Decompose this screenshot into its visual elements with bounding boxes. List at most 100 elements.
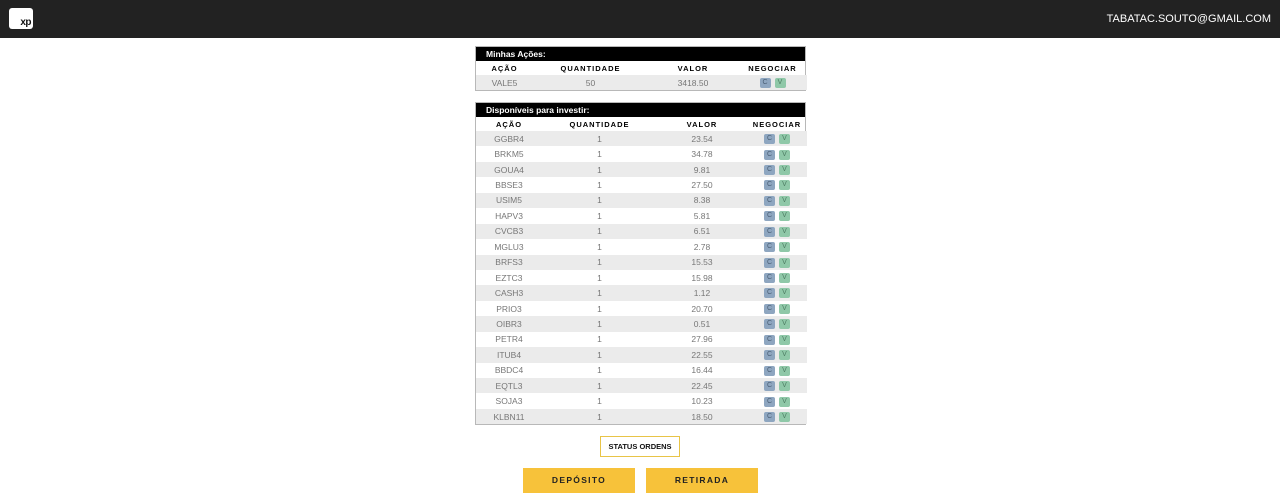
deposit-button[interactable]: DEPÓSITO [523,468,635,493]
stock-quantity: 1 [542,316,657,332]
buy-button[interactable]: C [764,149,775,160]
stock-value: 15.53 [657,254,747,270]
sell-button[interactable]: V [779,365,790,376]
stock-ticker: VALE5 [476,75,533,90]
stock-value: 2.78 [657,239,747,255]
logo-text: xp [20,17,31,28]
buy-button[interactable]: C [764,334,775,345]
stock-quantity: 1 [542,285,657,301]
sell-button[interactable]: V [779,211,790,222]
sell-button[interactable]: V [779,257,790,268]
sell-button[interactable]: V [779,334,790,345]
sell-button[interactable]: V [779,381,790,392]
buy-button[interactable]: C [764,242,775,253]
column-header-negociar: NEGOCIAR [752,119,802,129]
sell-button[interactable]: V [779,180,790,191]
trade-actions: CV [747,254,807,270]
buy-button[interactable]: C [764,273,775,284]
trade-actions: CV [747,161,807,178]
buy-button[interactable]: C [764,226,775,237]
buy-button[interactable]: C [764,180,775,191]
stock-value: 5.81 [657,208,747,224]
available-stocks-header-row: AÇÃO QUANTIDADE VALOR NEGOCIAR [476,117,807,131]
user-email: TABATAC.SOUTO@GMAIL.COM [1106,13,1271,25]
stock-ticker: OIBR3 [476,316,542,332]
stock-row: BBSE3 1 27.50 C V [476,177,807,193]
available-stocks-title: Disponíveis para investir: [476,103,805,117]
sell-button[interactable]: V [779,149,790,160]
withdraw-button[interactable]: RETIRADA [646,468,758,493]
buy-button[interactable]: C [764,319,775,330]
trade-actions: CV [747,192,807,209]
stock-quantity: 1 [542,300,657,317]
trade-actions: CV [747,316,807,332]
stock-row: SOJA3 1 10.23 C V [476,393,807,409]
stock-value: 16.44 [657,362,747,378]
buy-button[interactable]: C [764,164,775,175]
stock-row: KLBN11 1 18.50 C V [476,408,807,425]
stock-quantity: 1 [542,177,657,193]
stock-value: 23.54 [657,131,747,147]
available-stocks-panel: Disponíveis para investir: AÇÃO QUANTIDA… [475,102,807,426]
stock-quantity: 1 [542,331,657,348]
status-orders-button[interactable]: STATUS ORDENS [600,436,680,457]
sell-button[interactable]: V [779,242,790,253]
buy-button[interactable]: C [764,257,775,268]
buy-button[interactable]: C [764,411,775,422]
my-stocks-header-row: AÇÃO QUANTIDADE VALOR NEGOCIAR [476,61,807,75]
trade-actions: CV [747,131,807,147]
buy-button[interactable]: C [764,396,775,407]
stock-row: EQTL3 1 22.45 C V [476,378,807,394]
stock-ticker: PRIO3 [476,300,542,317]
stock-ticker: PETR4 [476,331,542,348]
buy-button[interactable]: C [764,303,775,314]
buy-button[interactable]: C [764,350,775,361]
top-bar: xp TABATAC.SOUTO@GMAIL.COM [0,0,1280,38]
buy-button[interactable]: C [764,211,775,222]
sell-button[interactable]: V [779,195,790,206]
sell-button[interactable]: V [779,288,790,299]
stock-quantity: 1 [542,161,657,178]
sell-button[interactable]: V [779,303,790,314]
stock-ticker: GGBR4 [476,131,542,147]
stock-ticker: BRFS3 [476,254,542,270]
sell-button[interactable]: V [779,350,790,361]
trade-actions: CV [747,408,807,425]
trade-actions: CV [747,269,807,286]
trade-actions: CV [747,362,807,378]
stock-value: 34.78 [657,146,747,162]
stock-value: 22.55 [657,347,747,363]
sell-button[interactable]: V [779,411,790,422]
sell-button[interactable]: V [779,396,790,407]
stock-value: 27.96 [657,331,747,348]
sell-button[interactable]: V [779,134,790,145]
stock-row: OIBR3 1 0.51 C V [476,316,807,332]
my-stocks-table: AÇÃO QUANTIDADE VALOR NEGOCIAR VALE5 50 34… [476,61,807,90]
trade-actions: CV [747,208,807,224]
stock-ticker: MGLU3 [476,239,542,255]
trade-actions: CV [747,347,807,363]
stock-row: BRKM5 1 34.78 C V [476,146,807,162]
buy-button[interactable]: C [764,381,775,392]
stock-value: 8.38 [657,192,747,209]
sell-button[interactable]: V [774,77,786,88]
column-header-quantidade: QUANTIDADE [569,119,630,129]
buy-button[interactable]: C [764,195,775,206]
stock-ticker: ITUB4 [476,347,542,363]
sell-button[interactable]: V [779,164,790,175]
sell-button[interactable]: V [779,226,790,237]
sell-button[interactable]: V [779,319,790,330]
trade-actions: CV [747,331,807,348]
buy-button[interactable]: C [764,134,775,145]
column-header-acao: AÇÃO [495,119,523,129]
stock-row: USIM5 1 8.38 C V [476,192,807,209]
stock-row: VALE5 50 3418.50 C V [476,75,807,90]
sell-button[interactable]: V [779,273,790,284]
buy-button[interactable]: C [764,288,775,299]
stock-ticker: CVCB3 [476,223,542,240]
buy-button[interactable]: C [764,365,775,376]
buy-button[interactable]: C [759,77,771,88]
xp-logo[interactable]: xp [9,8,33,29]
stock-quantity: 1 [542,254,657,270]
stock-quantity: 1 [542,347,657,363]
